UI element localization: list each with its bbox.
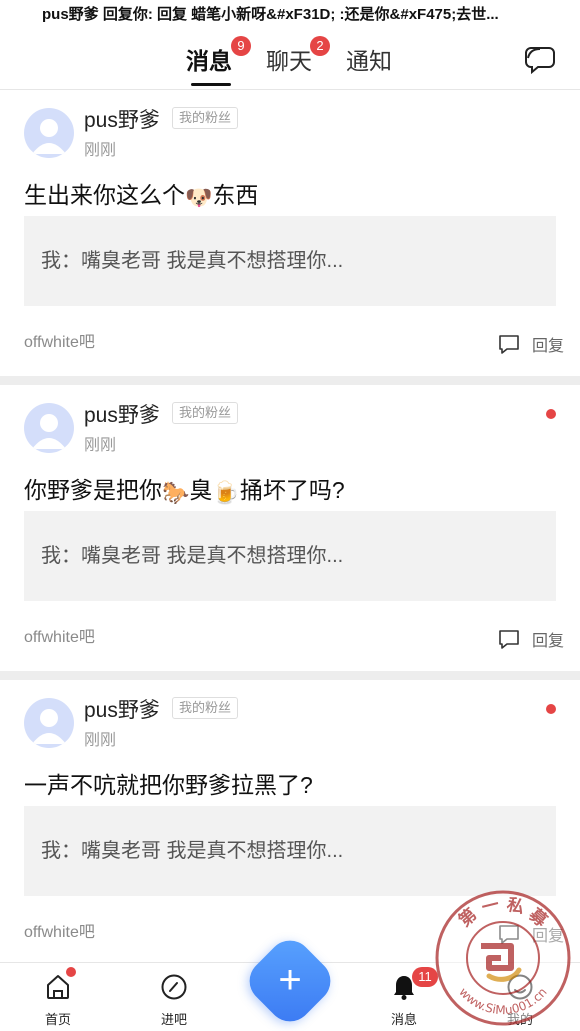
comment-icon — [499, 630, 519, 649]
avatar[interactable] — [24, 698, 74, 748]
reply-button[interactable]: 回复 — [498, 332, 564, 356]
forum-name[interactable]: offwhite吧 — [24, 918, 95, 942]
username[interactable]: pus野爹 — [84, 399, 160, 429]
reply-button[interactable]: 回复 — [498, 627, 564, 651]
nav-home-label: 首页 — [44, 1012, 71, 1027]
message-text-part: 你野爹是把你 — [24, 477, 162, 503]
message-text: 你野爹是把你🐎臭🍺捅坏了吗? — [24, 471, 544, 506]
nav-enter-forum[interactable]: 进吧 — [134, 963, 214, 1031]
forum-name[interactable]: offwhite吧 — [24, 328, 95, 352]
message-text-part: 臭 — [189, 477, 213, 503]
quoted-reply[interactable]: 我：嘴臭老哥 我是真不想搭理你... — [24, 511, 556, 601]
tab-chat[interactable]: 聊天 — [266, 42, 312, 76]
chat-bubble-icon[interactable] — [524, 44, 556, 74]
tab-chat-badge: 2 — [310, 36, 330, 56]
default-avatar-icon — [32, 709, 66, 744]
message-card[interactable]: pus野爹 我的粉丝 刚刚 生出来你这么个🐶东西 我：嘴臭老哥 我是真不想搭理你… — [0, 90, 580, 376]
avatar[interactable] — [24, 108, 74, 158]
forum-name[interactable]: offwhite吧 — [24, 623, 95, 647]
tab-messages[interactable]: 消息 — [186, 42, 232, 76]
tab-active-indicator — [191, 83, 231, 86]
quoted-reply[interactable]: 我：嘴臭老哥 我是真不想搭理你... — [24, 806, 556, 896]
nav-enter-label: 进吧 — [160, 1012, 187, 1027]
fan-tag: 我的粉丝 — [172, 697, 239, 719]
reply-label: 回复 — [532, 338, 565, 355]
fan-tag: 我的粉丝 — [172, 402, 239, 424]
username[interactable]: pus野爹 — [84, 694, 160, 724]
nav-messages[interactable]: 11 消息 — [364, 963, 444, 1031]
timestamp: 刚刚 — [84, 437, 117, 454]
message-card[interactable]: pus野爹 我的粉丝 刚刚 你野爹是把你🐎臭🍺捅坏了吗? 我：嘴臭老哥 我是真不… — [0, 385, 580, 671]
dog-emoji: 🐶 — [185, 185, 213, 210]
plus-icon[interactable]: + — [255, 946, 325, 1016]
home-icon — [47, 975, 69, 999]
default-avatar-icon — [32, 119, 66, 154]
message-text: 生出来你这么个🐶东西 — [24, 176, 544, 211]
beer-emoji: 🍺 — [212, 480, 240, 505]
unread-dot — [546, 704, 556, 714]
watermark-stamp: 第 一 私 募 www.SiMu001.cn — [435, 890, 571, 1026]
unread-dot — [546, 409, 556, 419]
notification-banner[interactable]: pus野爹 回复你: 回复 蜡笔小新呀&#xF31D; :还是你&#xF475;… — [0, 0, 580, 30]
comment-icon — [499, 335, 519, 354]
reply-label: 回复 — [532, 633, 565, 650]
message-text-part: 捅坏了吗? — [239, 477, 345, 503]
home-unread-dot — [66, 967, 76, 977]
quoted-reply[interactable]: 我：嘴臭老哥 我是真不想搭理你... — [24, 216, 556, 306]
compass-icon — [161, 974, 187, 1000]
nav-messages-label: 消息 — [390, 1012, 417, 1027]
fan-tag: 我的粉丝 — [172, 107, 239, 129]
message-text-part: 东西 — [212, 182, 259, 208]
message-text: 一声不吭就把你野爹拉黑了? — [24, 772, 313, 798]
avatar[interactable] — [24, 403, 74, 453]
tab-messages-badge: 9 — [231, 36, 251, 56]
top-tab-bar: 消息 9 聊天 2 通知 — [0, 30, 580, 90]
timestamp: 刚刚 — [84, 732, 117, 749]
default-avatar-icon — [32, 414, 66, 449]
message-text-part: 生出来你这么个 — [24, 182, 185, 208]
tab-notifications[interactable]: 通知 — [346, 42, 392, 76]
horse-emoji: 🐎 — [162, 480, 190, 505]
nav-home[interactable]: 首页 — [18, 963, 98, 1031]
timestamp: 刚刚 — [84, 142, 117, 159]
username[interactable]: pus野爹 — [84, 104, 160, 134]
